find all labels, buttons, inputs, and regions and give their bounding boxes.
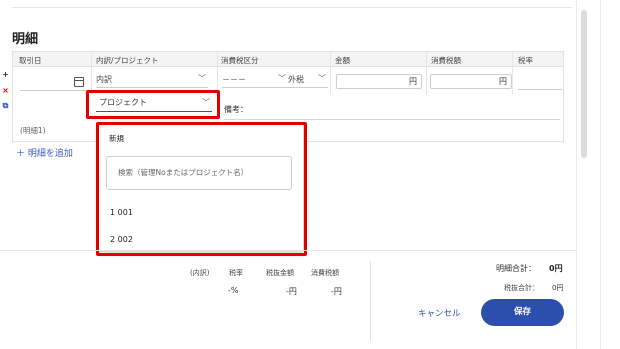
summary-header-rate: 税率 — [229, 269, 243, 277]
total-value: 0円 — [549, 264, 563, 273]
tax-type-select[interactable]: 外税 ﹀ — [288, 74, 328, 88]
delete-row-icon[interactable]: × — [1, 86, 10, 95]
tax-amount-unit: 円 — [499, 77, 507, 86]
summary-rate-value: -% — [228, 286, 239, 295]
summary-tax-value: -円 — [331, 287, 342, 296]
header-tax-rate: 税率 — [518, 56, 533, 65]
header-breakdown: 内訳/プロジェクト — [96, 56, 159, 65]
date-input[interactable] — [20, 77, 86, 91]
tax-amount-input[interactable]: 円 — [430, 74, 512, 89]
column-divider — [91, 52, 92, 94]
top-divider — [12, 7, 572, 8]
header-date: 取引日 — [19, 56, 42, 65]
header-tax-amount: 消費税額 — [431, 56, 461, 65]
amount-unit: 円 — [409, 77, 417, 86]
tax-category-value: －－－ — [222, 75, 246, 84]
window-border — [600, 0, 601, 349]
breakdown-select[interactable]: 内訳 ﹀ — [96, 74, 208, 88]
column-divider — [217, 52, 218, 94]
tax-category-select[interactable]: －－－ ﹀ — [222, 74, 288, 88]
panel-border — [576, 0, 577, 349]
chevron-down-icon: ﹀ — [278, 74, 286, 83]
project-select-highlight — [86, 90, 220, 119]
amount-input[interactable]: 円 — [336, 74, 422, 89]
chevron-down-icon: ﹀ — [318, 74, 326, 83]
section-title: 明細 — [12, 32, 39, 47]
column-divider — [512, 52, 513, 94]
breakdown-select-value: 内訳 — [96, 75, 112, 84]
footer-divider — [0, 250, 576, 251]
header-amount: 金額 — [335, 56, 350, 65]
remarks-input[interactable] — [224, 119, 560, 120]
tax-rate-input[interactable] — [518, 76, 562, 90]
summary-header-excl: 税抜金額 — [266, 269, 294, 277]
tax-type-value: 外税 — [288, 75, 304, 84]
column-divider — [426, 52, 427, 94]
summary-excl-value: -円 — [286, 287, 297, 296]
summary-header-breakdown: (内訳) — [190, 269, 210, 277]
scrollbar-thumb[interactable] — [581, 10, 587, 158]
row-label: (明細1) — [20, 126, 46, 135]
column-divider — [330, 52, 331, 94]
add-row-icon[interactable]: + — [1, 70, 10, 79]
remarks-label: 備考： — [224, 105, 248, 114]
calendar-icon[interactable] — [74, 77, 84, 87]
chevron-down-icon: ﹀ — [198, 74, 206, 83]
dropdown-highlight — [96, 122, 307, 256]
header-tax-category: 消費税区分 — [221, 56, 259, 65]
tax-excluded-label: 税抜合計： — [504, 284, 539, 292]
save-button[interactable]: 保存 — [481, 299, 564, 326]
copy-row-icon[interactable]: ⧉ — [1, 101, 10, 110]
summary-header-tax: 消費税額 — [311, 269, 339, 277]
tax-excluded-value: 0円 — [552, 284, 564, 292]
total-label: 明細合計： — [496, 264, 536, 273]
cancel-button[interactable]: キャンセル — [418, 307, 461, 319]
footer-divider — [370, 261, 371, 341]
add-line-link[interactable]: ＋ 明細を追加 — [16, 146, 73, 159]
table-header: 取引日 内訳/プロジェクト 消費税区分 金額 消費税額 税率 — [13, 52, 563, 67]
